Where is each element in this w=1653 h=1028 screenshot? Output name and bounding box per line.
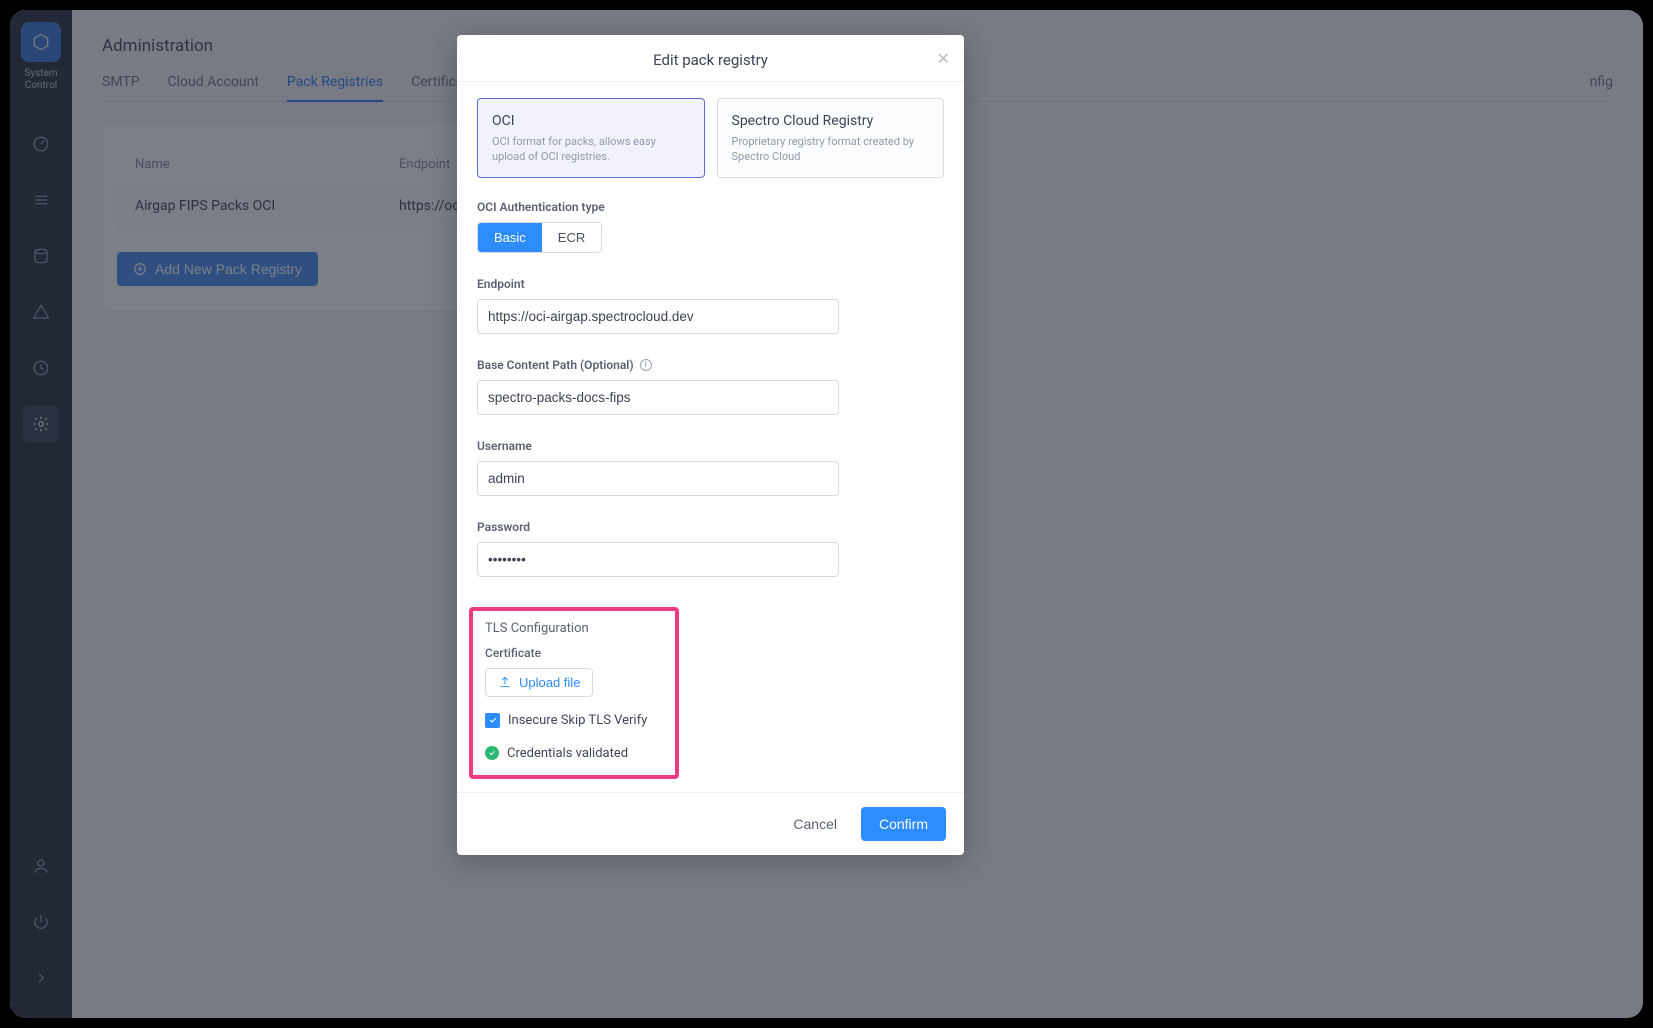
cancel-button[interactable]: Cancel xyxy=(785,808,845,840)
upload-label: Upload file xyxy=(519,675,580,690)
tls-configuration-highlight: TLS Configuration Certificate Upload fil… xyxy=(469,607,679,779)
username-input[interactable] xyxy=(477,461,839,496)
endpoint-label: Endpoint xyxy=(477,277,944,291)
auth-type-segmented: Basic ECR xyxy=(477,222,602,253)
confirm-button[interactable]: Confirm xyxy=(861,807,946,841)
upload-file-button[interactable]: Upload file xyxy=(485,668,593,697)
type-card-spectro-title: Spectro Cloud Registry xyxy=(732,113,930,129)
endpoint-input[interactable] xyxy=(477,299,839,334)
modal-footer: Cancel Confirm xyxy=(457,792,964,855)
password-input[interactable] xyxy=(477,542,839,577)
success-badge xyxy=(485,746,499,760)
type-card-oci-desc: OCI format for packs, allows easy upload… xyxy=(492,135,690,165)
auth-type-label: OCI Authentication type xyxy=(477,200,944,214)
tls-section-title: TLS Configuration xyxy=(485,621,663,636)
username-label: Username xyxy=(477,439,944,453)
skip-tls-checkbox-row[interactable]: Insecure Skip TLS Verify xyxy=(485,713,663,728)
type-card-spectro-desc: Proprietary registry format created by S… xyxy=(732,135,930,165)
auth-basic-button[interactable]: Basic xyxy=(478,223,542,252)
registry-type-selector: OCI OCI format for packs, allows easy up… xyxy=(477,98,944,178)
modal-title: Edit pack registry xyxy=(457,51,964,69)
modal-body: OCI OCI format for packs, allows easy up… xyxy=(457,82,964,792)
skip-tls-label: Insecure Skip TLS Verify xyxy=(508,713,647,728)
auth-ecr-button[interactable]: ECR xyxy=(542,223,601,252)
modal-header: Edit pack registry ✕ xyxy=(457,35,964,82)
skip-tls-checkbox[interactable] xyxy=(485,713,500,728)
base-path-input[interactable] xyxy=(477,380,839,415)
type-card-oci-title: OCI xyxy=(492,113,690,129)
credentials-validated-row: Credentials validated xyxy=(485,746,663,761)
base-path-label: Base Content Path (Optional) i xyxy=(477,358,944,372)
check-icon xyxy=(488,715,498,725)
type-card-oci[interactable]: OCI OCI format for packs, allows easy up… xyxy=(477,98,705,178)
validated-label: Credentials validated xyxy=(507,746,628,761)
check-icon xyxy=(488,749,496,757)
type-card-spectro[interactable]: Spectro Cloud Registry Proprietary regis… xyxy=(717,98,945,178)
upload-icon xyxy=(498,675,512,689)
edit-registry-modal: Edit pack registry ✕ OCI OCI format for … xyxy=(457,35,964,855)
close-icon[interactable]: ✕ xyxy=(937,49,950,68)
certificate-label: Certificate xyxy=(485,646,663,660)
info-icon[interactable]: i xyxy=(640,359,652,371)
password-label: Password xyxy=(477,520,944,534)
